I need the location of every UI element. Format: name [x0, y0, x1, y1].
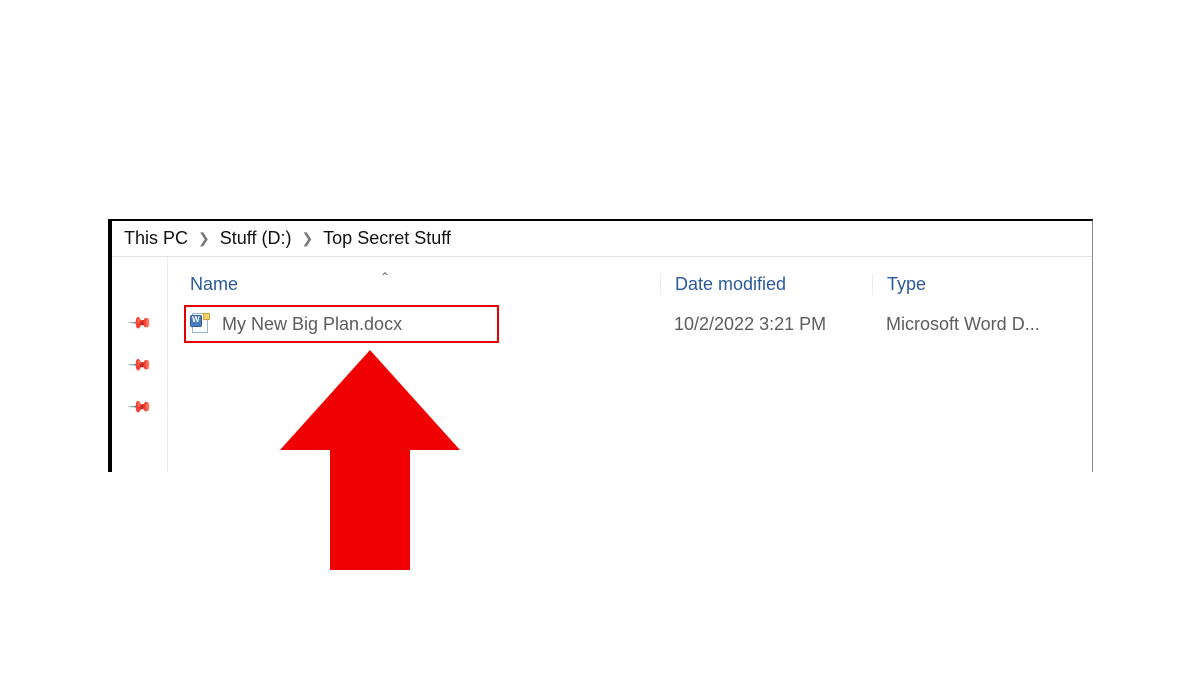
pin-icon: 📌: [125, 393, 153, 421]
file-row[interactable]: My New Big Plan.docx 10/2/2022 3:21 PM M…: [190, 305, 1092, 343]
breadcrumb-segment-drive[interactable]: Stuff (D:): [216, 226, 296, 251]
pin-icon: 📌: [125, 309, 153, 337]
pin-icon: 📌: [125, 351, 153, 379]
file-explorer-window: This PC ❯ Stuff (D:) ❯ Top Secret Stuff …: [108, 219, 1093, 472]
column-header-type-label: Type: [887, 274, 926, 294]
file-date-label: 10/2/2022 3:21 PM: [674, 314, 826, 334]
column-header-name-label: Name: [190, 274, 238, 294]
column-headers: Name ⌃ Date modified Type: [190, 263, 1092, 305]
column-header-date-label: Date modified: [675, 274, 786, 294]
column-header-name[interactable]: Name ⌃: [190, 274, 660, 295]
file-list-area: Name ⌃ Date modified Type My New Big Pla…: [168, 257, 1092, 472]
chevron-right-icon: ❯: [295, 230, 319, 247]
file-type-cell: Microsoft Word D...: [872, 314, 1092, 335]
breadcrumb-segment-folder[interactable]: Top Secret Stuff: [319, 226, 455, 251]
sort-ascending-icon: ⌃: [380, 270, 390, 284]
file-type-label: Microsoft Word D...: [886, 314, 1040, 334]
breadcrumb: This PC ❯ Stuff (D:) ❯ Top Secret Stuff: [112, 221, 1092, 257]
breadcrumb-segment-this-pc[interactable]: This PC: [120, 226, 192, 251]
file-name-cell: My New Big Plan.docx: [190, 313, 660, 335]
column-header-type[interactable]: Type: [872, 274, 1092, 295]
file-name-label: My New Big Plan.docx: [222, 314, 402, 335]
word-document-icon: [190, 313, 212, 335]
quick-access-sidebar: 📌 📌 📌: [112, 257, 168, 472]
explorer-body: 📌 📌 📌 Name ⌃ Date modified Type: [112, 257, 1092, 472]
file-date-cell: 10/2/2022 3:21 PM: [660, 314, 872, 335]
chevron-right-icon: ❯: [192, 230, 216, 247]
column-header-date-modified[interactable]: Date modified: [660, 274, 872, 295]
